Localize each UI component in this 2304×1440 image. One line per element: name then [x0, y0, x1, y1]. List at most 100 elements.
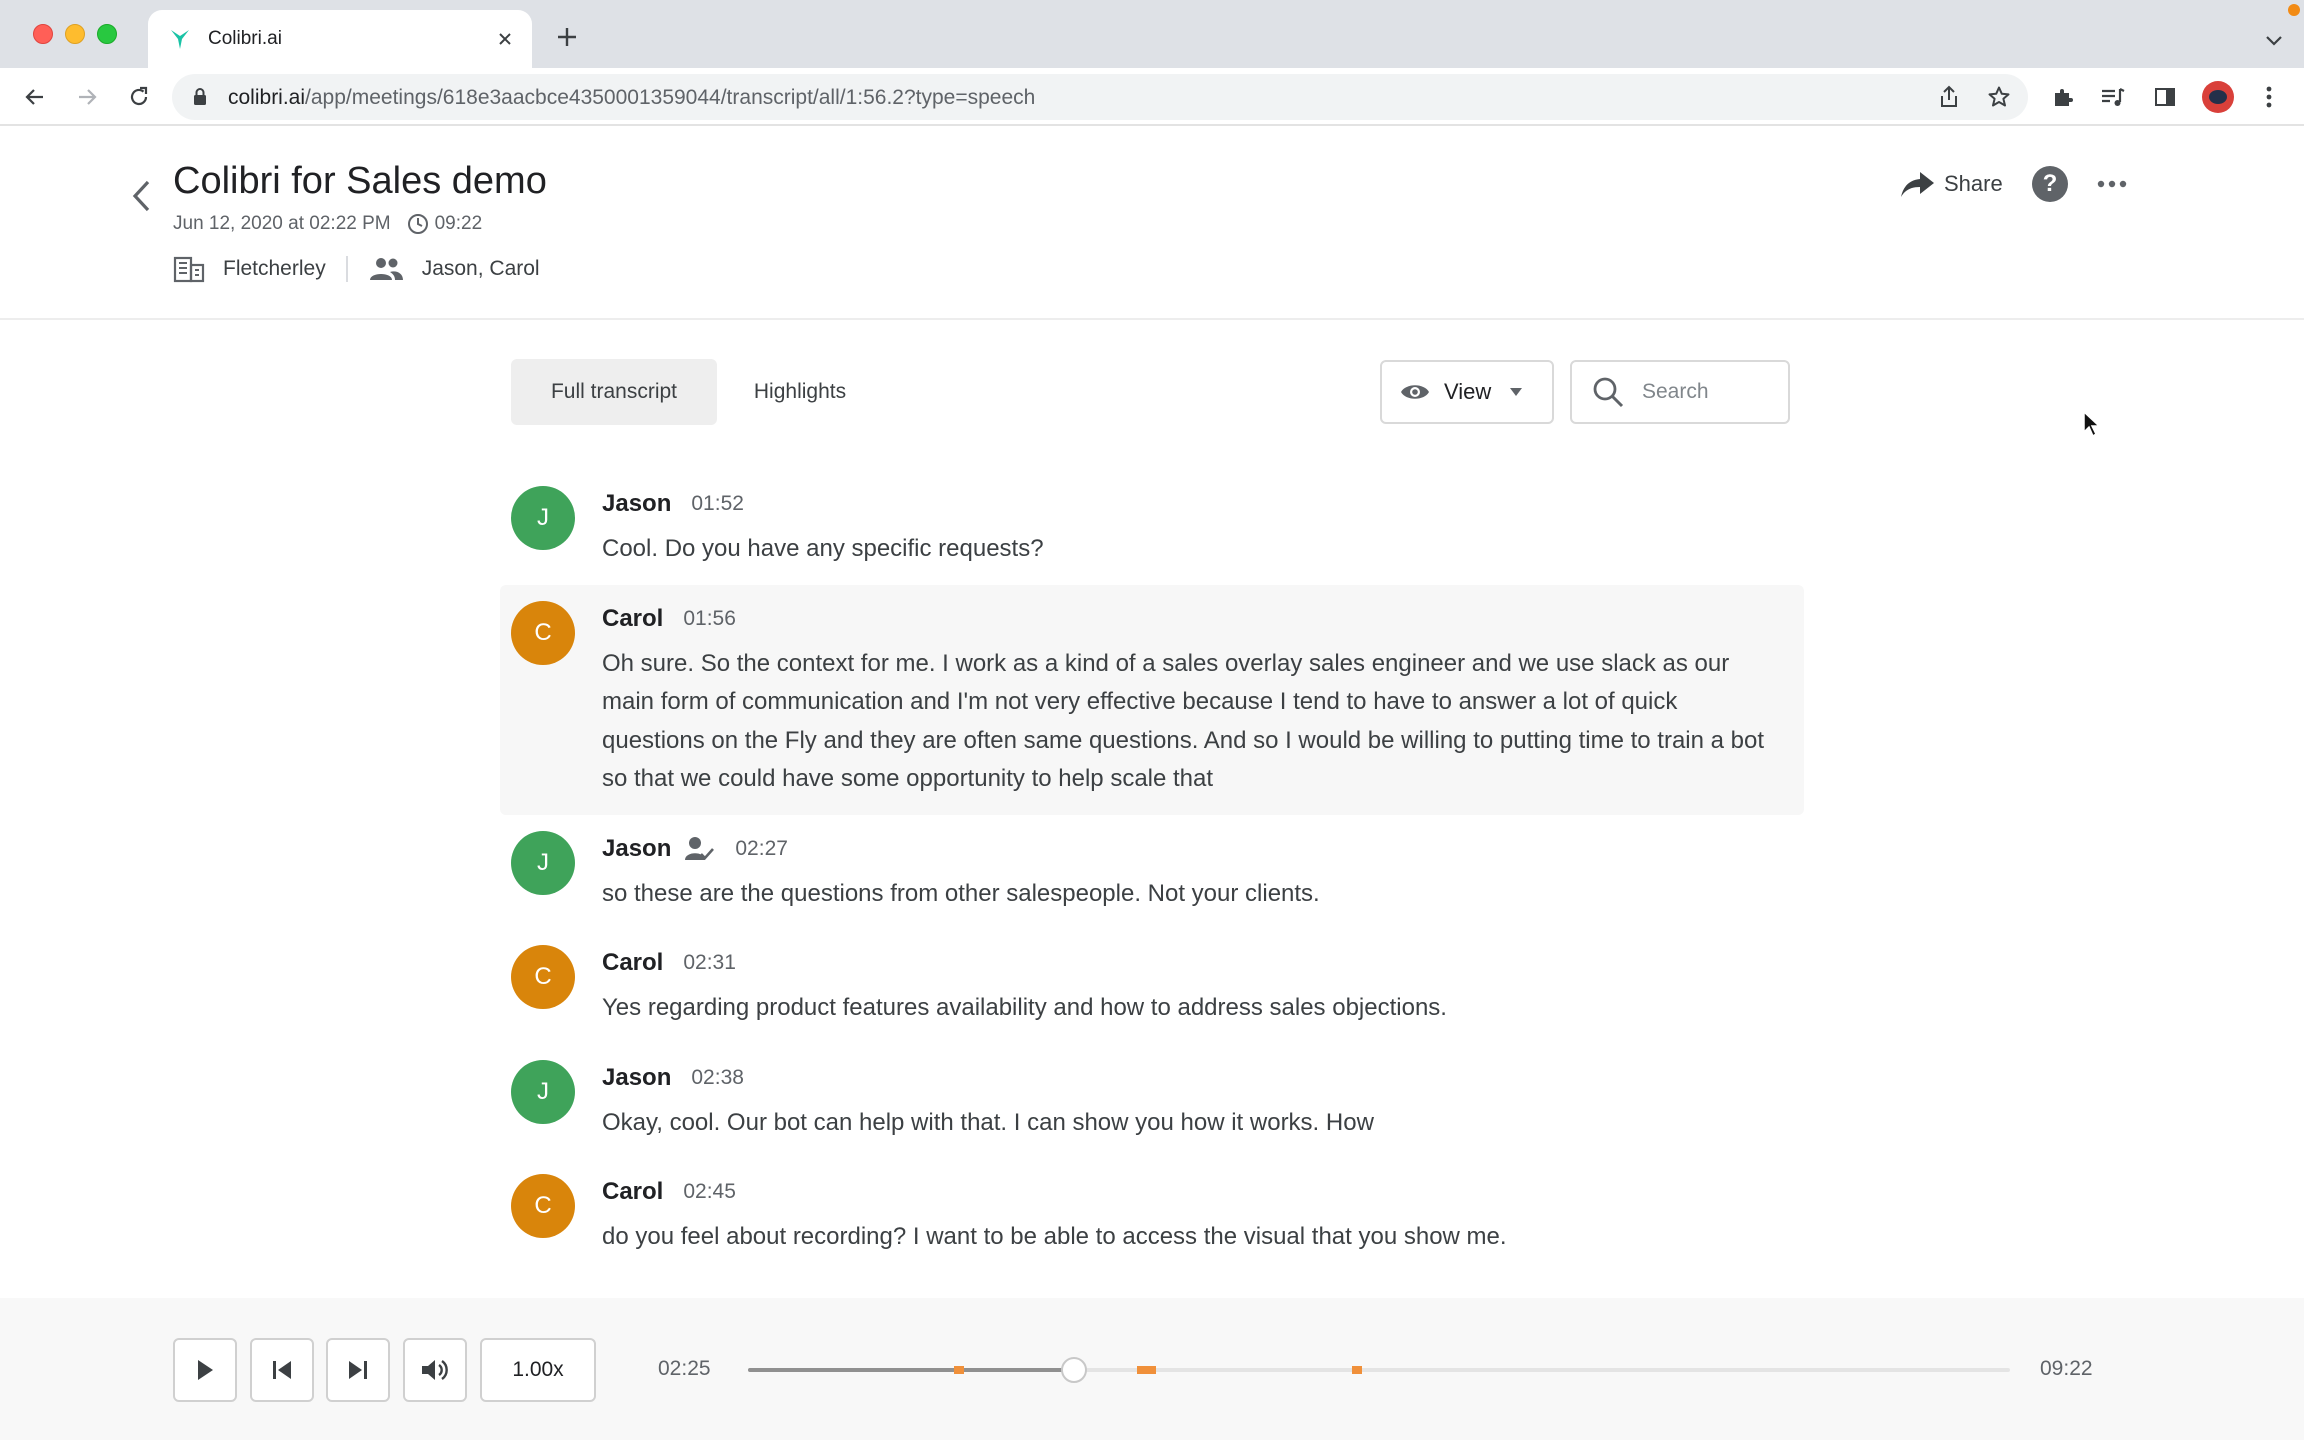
play-icon [195, 1358, 215, 1382]
participants-icon [368, 256, 404, 282]
back-button[interactable] [126, 178, 158, 214]
speaker-avatar: J [511, 1059, 575, 1124]
speaker-name[interactable]: Jason [602, 1064, 671, 1092]
speaker-name[interactable]: Carol [602, 1178, 663, 1206]
audio-player: 1.00x 02:25 09:22 [0, 1298, 2304, 1440]
transcript-entry[interactable]: J Jason 02:27 so these are the questions… [500, 815, 1804, 930]
total-time: 09:22 [2040, 1357, 2093, 1380]
skip-previous-icon [271, 1359, 293, 1381]
skip-next-button[interactable] [326, 1338, 390, 1402]
window-close-button[interactable] [33, 24, 53, 44]
highlight-marker[interactable] [953, 1366, 964, 1374]
new-tab-icon[interactable] [552, 22, 582, 52]
help-icon[interactable]: ? [2032, 166, 2068, 202]
more-options-icon[interactable] [2094, 166, 2130, 202]
speaker-name[interactable]: Carol [602, 605, 663, 633]
play-button[interactable] [173, 1338, 237, 1402]
share-page-icon[interactable] [1936, 84, 1962, 110]
speaker-name[interactable]: Jason [602, 490, 671, 518]
side-panel-icon[interactable] [2150, 82, 2180, 112]
view-label: View [1444, 379, 1492, 404]
search-input[interactable] [1642, 380, 1762, 404]
share-arrow-icon [1900, 170, 1936, 198]
avatar-initial: C [534, 1192, 552, 1219]
utterance-text: Okay, cool. Our bot can help with that. … [602, 1108, 1374, 1136]
recording-indicator [2288, 4, 2300, 16]
volume-button[interactable] [403, 1338, 467, 1402]
url-text: colibri.ai/app/meetings/618e3aacbce43500… [228, 86, 1036, 109]
browser-toolbar: colibri.ai/app/meetings/618e3aacbce43500… [0, 68, 2304, 126]
bookmark-star-icon[interactable] [1986, 84, 2012, 110]
progress-knob[interactable] [1060, 1357, 1087, 1383]
profile-avatar[interactable] [2202, 81, 2234, 113]
close-tab-icon[interactable] [492, 26, 518, 52]
lock-icon [192, 87, 208, 112]
timestamp-link[interactable]: 02:45 [683, 1180, 736, 1204]
transcript-entry[interactable]: C Carol 02:45 do you feel about recordin… [500, 1158, 1804, 1273]
tag-divider [345, 256, 348, 282]
playback-speed-button[interactable]: 1.00x [480, 1338, 596, 1402]
share-button[interactable]: Share [1900, 166, 2003, 202]
speaker-avatar: C [511, 1174, 575, 1238]
colibri-favicon-icon [168, 27, 192, 51]
avatar-initial: J [537, 1077, 549, 1105]
reload-icon[interactable] [124, 82, 154, 112]
search-field[interactable] [1570, 360, 1790, 424]
utterance-text: Yes regarding product features availabil… [602, 994, 1447, 1021]
meeting-date: Jun 12, 2020 at 02:22 PM [173, 213, 391, 234]
browser-tab-colibri[interactable]: Colibri.ai [148, 10, 532, 68]
progress-track[interactable] [748, 1357, 2010, 1383]
speaker-name[interactable]: Carol [602, 949, 663, 977]
tab-search-chevron-icon[interactable] [2262, 28, 2286, 52]
transcript-entry[interactable]: C Carol 01:56 Oh sure. So the context fo… [500, 584, 1804, 815]
meeting-meta: Jun 12, 2020 at 02:22 PM 09:22 [173, 213, 482, 235]
forward-arrow-icon[interactable] [72, 82, 102, 112]
meeting-duration: 09:22 [434, 213, 483, 234]
timestamp-link[interactable]: 01:52 [691, 492, 744, 516]
speaker-avatar: J [511, 830, 575, 895]
highlight-marker[interactable] [1352, 1366, 1363, 1374]
media-control-icon[interactable] [2098, 82, 2128, 112]
utterance-text: Cool. Do you have any specific requests? [602, 535, 1044, 562]
tab-full-transcript[interactable]: Full transcript [511, 359, 717, 425]
mouse-cursor-icon [2082, 410, 2102, 443]
timestamp-link[interactable]: 01:56 [683, 607, 736, 631]
clock-icon [407, 213, 429, 235]
back-arrow-icon[interactable] [20, 82, 50, 112]
extensions-puzzle-icon[interactable] [2048, 82, 2078, 112]
view-dropdown[interactable]: View [1380, 360, 1554, 424]
skip-next-icon [347, 1359, 369, 1381]
timestamp-link[interactable]: 02:27 [735, 837, 788, 861]
utterance-text: Oh sure. So the context for me. I work a… [602, 649, 1765, 793]
meeting-tags: Fletcherley Jason, Carol [173, 252, 540, 286]
company-name[interactable]: Fletcherley [223, 257, 326, 281]
transcript-entry[interactable]: J Jason 02:38 Okay, cool. Our bot can he… [500, 1044, 1804, 1159]
speaker-name[interactable]: Jason [602, 835, 671, 863]
share-label: Share [1944, 171, 2003, 196]
caret-down-icon [1509, 387, 1523, 397]
avatar-initial: C [534, 963, 552, 990]
participants-list[interactable]: Jason, Carol [422, 257, 540, 281]
avatar-initial: C [534, 618, 552, 646]
speaker-avatar: J [511, 486, 575, 550]
transcript-entry[interactable]: C Carol 02:31 Yes regarding product feat… [500, 929, 1804, 1044]
address-bar[interactable]: colibri.ai/app/meetings/618e3aacbce43500… [172, 74, 2028, 120]
verified-speaker-icon [685, 835, 715, 863]
eye-icon [1400, 381, 1430, 403]
utterance-text: so these are the questions from other sa… [602, 879, 1320, 907]
window-minimize-button[interactable] [65, 24, 85, 44]
skip-previous-button[interactable] [250, 1338, 314, 1402]
browser-tab-title: Colibri.ai [208, 28, 282, 49]
timestamp-link[interactable]: 02:31 [683, 951, 736, 975]
transcript-entry[interactable]: J Jason 01:52 Cool. Do you have any spec… [500, 470, 1804, 585]
timestamp-link[interactable]: 02:38 [691, 1066, 744, 1090]
company-building-icon [173, 255, 205, 283]
browser-menu-icon[interactable] [2254, 82, 2284, 112]
transcript-list: J Jason 01:52 Cool. Do you have any spec… [500, 470, 1804, 1296]
tab-highlights[interactable]: Highlights [728, 359, 872, 425]
volume-icon [420, 1357, 450, 1383]
speaker-avatar: C [511, 945, 575, 1009]
speaker-avatar: C [511, 600, 575, 665]
window-maximize-button[interactable] [97, 24, 117, 44]
highlight-marker[interactable] [1145, 1366, 1156, 1374]
